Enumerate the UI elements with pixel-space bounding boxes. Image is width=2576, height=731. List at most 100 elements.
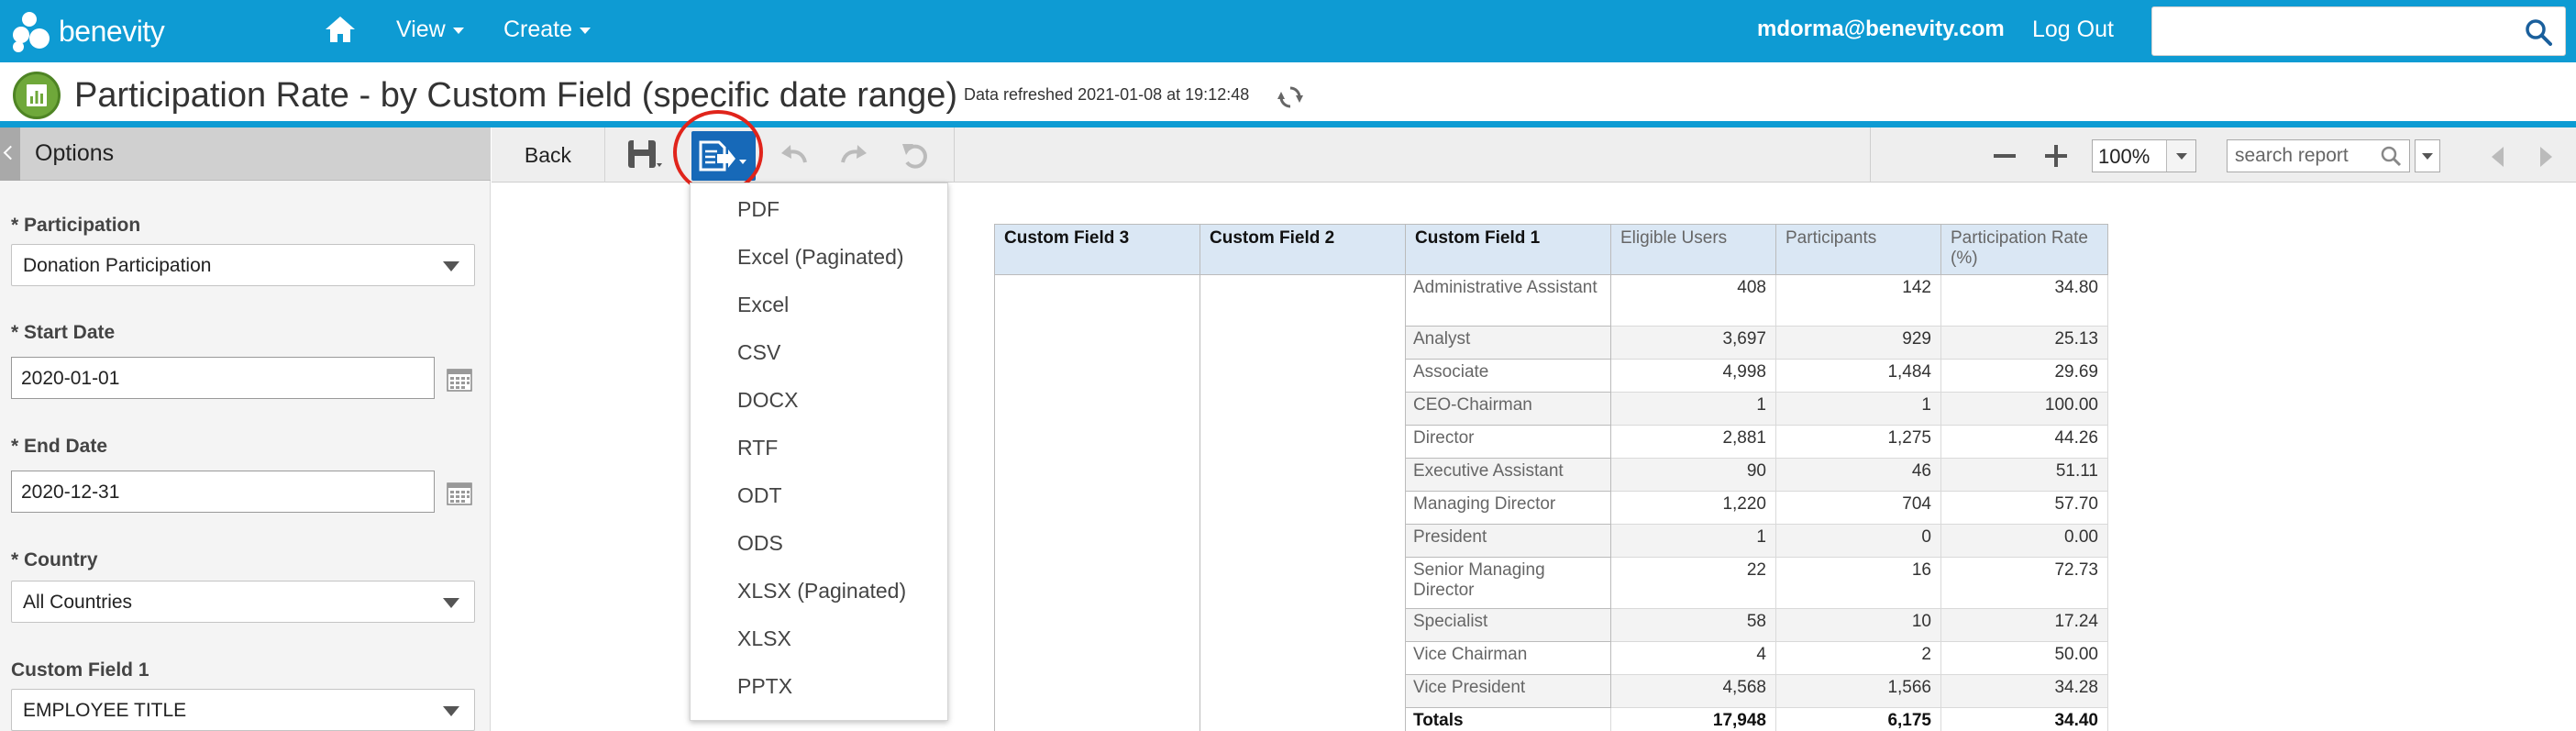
options-sidebar: Options * Participation Donation Partici… [0,127,491,731]
undo-icon[interactable] [779,142,809,168]
revert-icon[interactable] [901,140,930,170]
eligible-users-cell: 58 [1610,608,1776,642]
nav-create-menu[interactable]: Create [503,13,591,46]
chevron-down-icon [443,598,459,608]
end-date-label: * End Date [11,436,108,457]
end-date-field [11,471,435,513]
participation-label: * Participation [11,215,141,236]
custom-field-1-select-value: EMPLOYEE TITLE [23,700,187,721]
header-eligible-users[interactable]: Eligible Users [1610,224,1776,275]
totals-participation-rate: 34.40 [1940,707,2108,731]
eligible-users-cell: 4 [1610,641,1776,675]
eligible-users-cell: 22 [1610,557,1776,609]
participation-rate-cell: 34.80 [1940,274,2108,327]
report-search-options[interactable] [2415,139,2440,172]
employee-title-cell: Director [1405,425,1611,459]
save-icon[interactable] [627,139,662,171]
employee-title-cell: Managing Director [1405,491,1611,525]
totals-label: Totals [1405,707,1611,731]
participation-rate-cell: 17.24 [1940,608,2108,642]
export-menu-item[interactable]: RTF [691,424,949,471]
eligible-users-cell: 1,220 [1610,491,1776,525]
header-participation-rate[interactable]: Participation Rate (%) [1940,224,2108,275]
eligible-users-cell: 408 [1610,274,1776,327]
participants-cell: 0 [1775,524,1941,558]
start-date-input[interactable] [21,365,415,393]
eligible-users-cell: 90 [1610,458,1776,492]
participants-cell: 1,275 [1775,425,1941,459]
search-icon[interactable] [2525,18,2552,46]
header-custom-field-1[interactable]: Custom Field 1 [1405,224,1611,275]
calendar-icon[interactable] [447,368,472,392]
custom-field-3-cell [994,274,1200,731]
totals-participants: 6,175 [1775,707,1941,731]
end-date-input[interactable] [21,479,415,506]
nav-create-label: Create [503,17,573,42]
export-menu-item[interactable]: PPTX [691,662,949,710]
options-title: Options [35,140,115,166]
global-search-input[interactable] [2163,15,2503,48]
participants-cell: 1,484 [1775,359,1941,393]
options-header: Options [0,127,491,181]
participation-rate-cell: 25.13 [1940,326,2108,360]
export-menu-item[interactable]: Excel [691,281,949,328]
start-date-label: * Start Date [11,322,116,343]
participants-cell: 2 [1775,641,1941,675]
redo-icon[interactable] [839,142,868,168]
export-menu-item[interactable]: CSV [691,328,949,376]
calendar-icon[interactable] [447,482,472,505]
zoom-select[interactable]: 100% [2092,139,2196,172]
search-icon[interactable] [2380,145,2402,167]
logo-text: benevity [59,14,165,48]
export-menu-item[interactable]: PDF [691,185,949,233]
report-table-body: Administrative Assistant 408 142 34.80 Analy… [994,274,2108,731]
chevron-down-icon [580,27,591,34]
custom-field-1-select[interactable]: EMPLOYEE TITLE [11,689,475,731]
employee-title-cell: Specialist [1405,608,1611,642]
export-menu-item[interactable]: XLSX [691,615,949,662]
chevron-down-icon [443,261,459,271]
home-icon[interactable] [324,15,357,44]
refresh-icon[interactable] [1277,84,1303,110]
next-page-icon[interactable] [2535,144,2557,170]
header-participants[interactable]: Participants [1775,224,1941,275]
participation-select-value: Donation Participation [23,255,212,276]
user-email[interactable]: mdorma@benevity.com [1757,13,2005,46]
participation-rate-cell: 57.70 [1940,491,2108,525]
toolbar-divider [954,127,955,183]
country-select-value: All Countries [23,592,133,613]
employee-title-cell: Senior Managing Director [1405,557,1611,609]
export-menu-item[interactable]: ODS [691,519,949,567]
chevron-down-icon [443,706,459,716]
participation-select[interactable]: Donation Participation [11,244,475,286]
benevity-logo[interactable]: benevity [9,9,165,53]
country-select[interactable]: All Countries [11,581,475,623]
employee-title-cell: Administrative Assistant [1405,274,1611,327]
data-refreshed-text: Data refreshed 2021-01-08 at 19:12:48 [964,85,1250,104]
participants-cell: 142 [1775,274,1941,327]
employee-title-cell: Executive Assistant [1405,458,1611,492]
export-menu-item[interactable]: ODT [691,471,949,519]
zoom-out-icon[interactable] [1992,145,2018,167]
previous-page-icon[interactable] [2487,144,2509,170]
report-table: Custom Field 3 Custom Field 2 Custom Fie… [994,224,2108,731]
totals-eligible-users: 17,948 [1610,707,1776,731]
export-menu-item[interactable]: Excel (Paginated) [691,233,949,281]
benevity-logo-icon [9,10,53,52]
report-search-input[interactable] [2235,145,2372,167]
header-custom-field-3[interactable]: Custom Field 3 [994,224,1200,275]
participation-rate-cell: 72.73 [1940,557,2108,609]
export-menu-item[interactable]: XLSX (Paginated) [691,567,949,615]
page-title: Participation Rate - by Custom Field (sp… [74,76,958,115]
nav-view-menu[interactable]: View [396,13,464,46]
participation-rate-cell: 100.00 [1940,392,2108,426]
chevron-down-icon [452,27,464,34]
participants-cell: 1 [1775,392,1941,426]
export-menu-item[interactable]: DOCX [691,376,949,424]
logout-link[interactable]: Log Out [2032,13,2114,46]
collapse-sidebar-icon[interactable] [0,127,20,181]
zoom-in-icon[interactable] [2043,143,2069,169]
back-button[interactable]: Back [492,127,605,183]
header-custom-field-2[interactable]: Custom Field 2 [1200,224,1406,275]
employee-title-cell: Analyst [1405,326,1611,360]
